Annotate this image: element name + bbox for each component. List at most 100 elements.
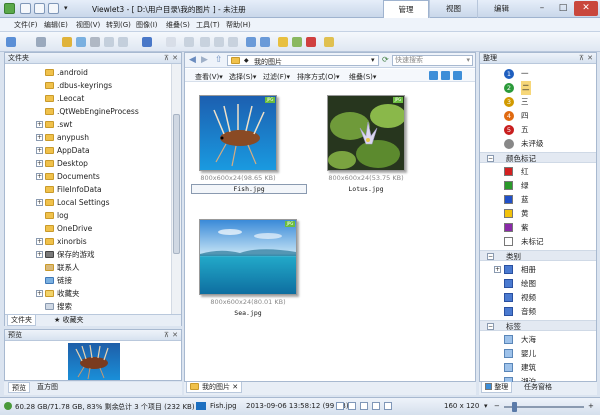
pin-icon[interactable]: ⊼ xyxy=(579,53,584,64)
thumbnail-filename[interactable]: Sea.jpg xyxy=(201,309,295,317)
view-menu-button[interactable]: 查看(V)▾ xyxy=(195,72,223,82)
forward-icon[interactable] xyxy=(36,37,46,47)
folder-up-icon[interactable] xyxy=(62,37,72,47)
expand-icon[interactable]: + xyxy=(36,147,43,154)
tab-task-pane[interactable]: 任务窗格 xyxy=(521,382,555,393)
collapse-icon[interactable]: − xyxy=(487,323,494,330)
thumbnail-fish[interactable]: JPG xyxy=(199,95,277,171)
details-view-icon[interactable] xyxy=(348,402,356,410)
rename-icon[interactable] xyxy=(228,37,238,47)
nav-forward-icon[interactable]: ▶ xyxy=(201,55,208,65)
tab-folders[interactable]: 文件夹 xyxy=(7,315,36,326)
folder-scrollbar[interactable] xyxy=(171,64,181,314)
section-categories[interactable]: − 类别 xyxy=(480,250,596,261)
menu-view[interactable]: 视图(V) xyxy=(76,20,100,30)
crop-icon[interactable] xyxy=(306,37,316,47)
expand-icon[interactable]: + xyxy=(36,290,43,297)
ribbon-tab-manage[interactable]: 管理 xyxy=(383,0,429,18)
tab-close-icon[interactable]: ✕ xyxy=(232,383,238,391)
color-item[interactable]: 紫 xyxy=(480,221,596,235)
collapse-icon[interactable]: − xyxy=(487,155,494,162)
pin-icon[interactable]: ⊼ xyxy=(164,53,169,64)
save-icon[interactable] xyxy=(34,3,45,14)
back-icon[interactable] xyxy=(6,37,16,47)
thumbnail-filename[interactable]: Lotus.jpg xyxy=(319,185,413,193)
tab-preview[interactable]: 预览 xyxy=(8,382,30,393)
rating-item[interactable]: 3三 xyxy=(480,95,596,109)
ribbon-tab-edit[interactable]: 编辑 xyxy=(477,0,525,18)
menu-goto[interactable]: 转到(G) xyxy=(106,20,131,30)
prev-page-icon[interactable] xyxy=(429,71,438,80)
zoom-out-icon[interactable]: − xyxy=(494,402,500,410)
expand-icon[interactable]: + xyxy=(494,266,501,273)
rating-item[interactable]: 2二 xyxy=(480,81,596,95)
expand-icon[interactable]: + xyxy=(36,251,43,258)
color-item[interactable]: 未标记 xyxy=(480,235,596,249)
properties-icon[interactable] xyxy=(214,37,224,47)
menu-tools[interactable]: 工具(T) xyxy=(196,20,220,30)
doc-tab-my-pictures[interactable]: 我的图片 ✕ xyxy=(186,382,243,393)
zoom-in-icon[interactable]: + xyxy=(588,402,594,410)
thumbnail-sea[interactable]: JPG xyxy=(199,219,297,295)
menu-image[interactable]: 图像(I) xyxy=(136,20,158,30)
category-item[interactable]: 视频 xyxy=(480,291,596,305)
category-item[interactable]: + 相册 xyxy=(480,263,596,277)
stack-menu-button[interactable]: 维叠(S)▾ xyxy=(349,72,376,82)
select-menu-button[interactable]: 选择(S)▾ xyxy=(229,72,256,82)
size-dropdown-icon[interactable]: ▾ xyxy=(484,402,488,410)
thumbnail-view-icon[interactable] xyxy=(441,71,450,80)
move-icon[interactable] xyxy=(118,37,128,47)
rating-item[interactable]: 4四 xyxy=(480,109,596,123)
menu-help[interactable]: 帮助(H) xyxy=(226,20,251,30)
section-tags[interactable]: − 标签 xyxy=(480,320,596,331)
open-folder-icon[interactable] xyxy=(20,3,31,14)
minimize-button[interactable]: – xyxy=(532,1,552,16)
color-item[interactable]: 绿 xyxy=(480,179,596,193)
quick-access-dropdown-icon[interactable]: ▾ xyxy=(64,3,72,14)
next-page-icon[interactable] xyxy=(453,71,462,80)
category-item[interactable]: 音频 xyxy=(480,305,596,319)
expand-icon[interactable]: + xyxy=(36,238,43,245)
delete-icon[interactable] xyxy=(90,37,100,47)
rating-item[interactable]: 1一 xyxy=(480,67,596,81)
rating-item[interactable]: 5五 xyxy=(480,123,596,137)
section-color-labels[interactable]: − 颜色标记 xyxy=(480,152,596,163)
filmstrip-view-icon[interactable] xyxy=(384,402,392,410)
panel-close-icon[interactable]: ✕ xyxy=(172,53,178,64)
scrollbar-thumb[interactable] xyxy=(173,114,180,254)
panel-close-icon[interactable]: ✕ xyxy=(587,53,593,64)
thumbnail-size-slider[interactable] xyxy=(504,402,584,412)
expand-icon[interactable]: + xyxy=(36,160,43,167)
nav-back-icon[interactable]: ◀ xyxy=(189,55,196,65)
tag-item[interactable]: 婴儿 xyxy=(480,347,596,361)
collapse-icon[interactable]: − xyxy=(487,253,494,260)
save-as-icon[interactable] xyxy=(200,37,210,47)
color-item[interactable]: 黄 xyxy=(480,207,596,221)
rotate-icon[interactable] xyxy=(166,37,176,47)
tab-favorites[interactable]: ★ 收藏夹 xyxy=(51,315,87,326)
thumbnails-view-icon[interactable] xyxy=(372,402,380,410)
pin-icon[interactable]: ⊼ xyxy=(164,330,169,341)
menu-file[interactable]: 文件(F) xyxy=(14,20,38,30)
undo-icon[interactable] xyxy=(246,37,256,47)
slideshow-icon[interactable] xyxy=(142,37,152,47)
tiles-view-icon[interactable] xyxy=(360,402,368,410)
color-item[interactable]: 红 xyxy=(480,165,596,179)
expand-icon[interactable]: + xyxy=(36,121,43,128)
rating-item[interactable]: 未评级 xyxy=(480,137,596,151)
refresh-icon[interactable] xyxy=(76,37,86,47)
browse-icon[interactable] xyxy=(48,3,59,14)
view-mode-icons[interactable] xyxy=(336,402,396,411)
print-icon[interactable] xyxy=(184,37,194,47)
search-dropdown-icon[interactable]: ▾ xyxy=(466,56,470,65)
menu-edit[interactable]: 编辑(E) xyxy=(44,20,68,30)
ribbon-tab-view[interactable]: 视图 xyxy=(429,0,477,18)
copy-icon[interactable] xyxy=(104,37,114,47)
path-dropdown-icon[interactable]: ▾ xyxy=(371,56,375,64)
close-button[interactable]: ✕ xyxy=(574,1,598,16)
list-view-icon[interactable] xyxy=(336,402,344,410)
edit-icon[interactable] xyxy=(278,37,288,47)
thumbnail-lotus[interactable]: JPG xyxy=(327,95,406,171)
sort-menu-button[interactable]: 排序方式(O)▾ xyxy=(297,72,340,82)
path-input[interactable]: ◆ 我的图片 ▾ xyxy=(227,55,379,66)
